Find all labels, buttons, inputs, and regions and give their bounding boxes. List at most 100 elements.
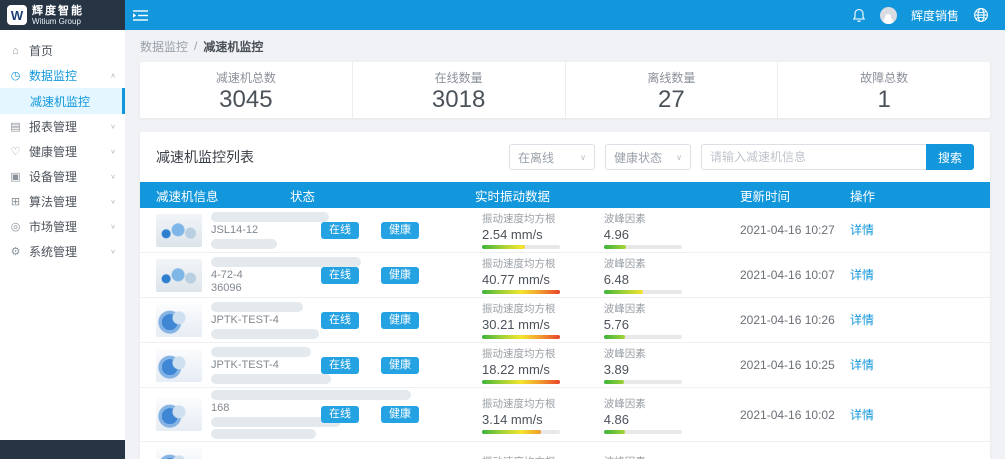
stat-fault: 故障总数 1 bbox=[778, 62, 990, 118]
sidebar-item-market[interactable]: ◎ 市场管理 ∨ bbox=[0, 214, 125, 239]
monitor-list-card: 减速机监控列表 在离线 ∨ 健康状态 ∨ 搜索 bbox=[140, 132, 990, 459]
redacted-text bbox=[211, 374, 331, 384]
rms-value: 40.77 mm/s bbox=[482, 272, 604, 287]
detail-link[interactable]: 详情 bbox=[850, 313, 874, 327]
rms-value: 3.14 mm/s bbox=[482, 412, 604, 427]
breadcrumb-current: 减速机监控 bbox=[203, 38, 263, 55]
status-badge: 在线 bbox=[321, 406, 359, 423]
rms-label: 振动速度均方根 bbox=[482, 346, 604, 361]
crest-label: 波峰因素 bbox=[604, 301, 740, 316]
crest-label: 波峰因素 bbox=[604, 346, 740, 361]
globe-icon[interactable] bbox=[973, 7, 989, 23]
redacted-text bbox=[211, 257, 361, 267]
status-badge: 在线 bbox=[321, 267, 359, 284]
sidebar-menu: ⌂ 首页 ◷ 数据监控 ∧ 减速机监控 ▤ 报表管理 ∨ ♡ 健康管理 ∨ bbox=[0, 30, 125, 440]
crest-value: 6.48 bbox=[604, 272, 740, 287]
brand-name-cn: 辉度智能 bbox=[32, 5, 84, 17]
list-title: 减速机监控列表 bbox=[156, 147, 254, 167]
updated-time: 2021-04-16 10:02 bbox=[740, 408, 850, 422]
redacted-text bbox=[211, 302, 303, 312]
rms-bar bbox=[482, 245, 560, 249]
rms-label: 振动速度均方根 bbox=[482, 256, 604, 271]
sidebar-item-algorithm[interactable]: ⊞ 算法管理 ∨ bbox=[0, 189, 125, 214]
chevron-down-icon: ∨ bbox=[110, 173, 116, 180]
detail-link[interactable]: 详情 bbox=[850, 268, 874, 282]
algorithm-icon: ⊞ bbox=[9, 195, 22, 208]
chevron-down-icon: ∨ bbox=[110, 198, 116, 205]
redacted-text bbox=[211, 239, 277, 249]
avatar bbox=[880, 7, 897, 24]
health-badge: 健康 bbox=[381, 406, 419, 423]
user-name[interactable]: 辉度销售 bbox=[911, 7, 959, 24]
crest-value: 4.96 bbox=[604, 227, 740, 242]
redacted-text bbox=[211, 212, 329, 222]
chevron-down-icon: ∨ bbox=[110, 148, 116, 155]
sidebar-item-reducer-monitor[interactable]: 减速机监控 bbox=[0, 88, 125, 114]
data-monitor-icon: ◷ bbox=[9, 69, 22, 82]
collapse-menu-icon[interactable] bbox=[133, 9, 148, 22]
sidebar-item-device[interactable]: ▣ 设备管理 ∨ bbox=[0, 164, 125, 189]
app-window: W 辉度智能 Witium Group ⌂ 首页 ◷ 数据监控 ∧ 减速机监控 … bbox=[0, 0, 1005, 459]
crest-label: 波峰因素 bbox=[604, 454, 740, 459]
breadcrumb-parent[interactable]: 数据监控 bbox=[140, 38, 188, 55]
updated-time: 2021-04-16 10:26 bbox=[740, 313, 850, 327]
bell-icon[interactable] bbox=[852, 8, 866, 23]
redacted-text bbox=[211, 347, 311, 357]
rms-bar bbox=[482, 335, 560, 339]
rms-label: 振动速度均方根 bbox=[482, 301, 604, 316]
sidebar: W 辉度智能 Witium Group ⌂ 首页 ◷ 数据监控 ∧ 减速机监控 … bbox=[0, 0, 125, 459]
device-thumbnail bbox=[156, 259, 202, 292]
detail-link[interactable]: 详情 bbox=[850, 408, 874, 422]
device-thumbnail bbox=[156, 349, 202, 382]
device-thumbnail bbox=[156, 214, 202, 247]
rms-bar bbox=[482, 430, 560, 434]
rms-label: 振动速度均方根 bbox=[482, 454, 604, 459]
report-icon: ▤ bbox=[9, 120, 22, 133]
table-row: JSL14-12 在线 健康 振动速度均方根 2.54 mm/s bbox=[140, 208, 990, 253]
search-input[interactable] bbox=[701, 144, 926, 170]
updated-time: 2021-04-16 10:25 bbox=[740, 358, 850, 372]
brand-logo-mark: W bbox=[7, 5, 27, 25]
detail-link[interactable]: 详情 bbox=[850, 358, 874, 372]
table-row: 振动速度均方根 波峰因素 bbox=[140, 442, 990, 459]
chevron-up-icon: ∧ bbox=[110, 72, 116, 79]
health-filter-select[interactable]: 健康状态 ∨ bbox=[605, 144, 691, 170]
redacted-text bbox=[211, 329, 319, 339]
crest-value: 3.89 bbox=[604, 362, 740, 377]
topbar: 辉度销售 bbox=[125, 0, 1005, 30]
health-badge: 健康 bbox=[381, 267, 419, 284]
health-icon: ♡ bbox=[9, 145, 22, 158]
chevron-down-icon: ∨ bbox=[110, 248, 116, 255]
crest-bar bbox=[604, 380, 682, 384]
table-row: 4-72-4 36096 在线 健康 振动速度均方根 40.77 mm/s bbox=[140, 253, 990, 298]
online-filter-select[interactable]: 在离线 ∨ bbox=[509, 144, 595, 170]
crest-label: 波峰因素 bbox=[604, 211, 740, 226]
sidebar-item-health[interactable]: ♡ 健康管理 ∨ bbox=[0, 139, 125, 164]
crest-label: 波峰因素 bbox=[604, 256, 740, 271]
rms-value: 30.21 mm/s bbox=[482, 317, 604, 332]
status-badge: 在线 bbox=[321, 357, 359, 374]
sidebar-item-data-monitor[interactable]: ◷ 数据监控 ∧ bbox=[0, 63, 125, 88]
stat-total: 减速机总数 3045 bbox=[140, 62, 353, 118]
chevron-down-icon: ∨ bbox=[580, 153, 586, 162]
device-thumbnail bbox=[156, 448, 202, 459]
breadcrumb: 数据监控 / 减速机监控 bbox=[140, 30, 990, 62]
user-menu[interactable] bbox=[880, 7, 897, 24]
device-code: 36096 bbox=[211, 282, 361, 295]
sidebar-item-home[interactable]: ⌂ 首页 bbox=[0, 38, 125, 63]
status-badge: 在线 bbox=[321, 312, 359, 329]
rms-bar bbox=[482, 290, 560, 294]
health-badge: 健康 bbox=[381, 222, 419, 239]
brand-name-en: Witium Group bbox=[32, 17, 84, 26]
stats-summary: 减速机总数 3045 在线数量 3018 离线数量 27 故障总数 1 bbox=[140, 62, 990, 118]
sidebar-item-report[interactable]: ▤ 报表管理 ∨ bbox=[0, 114, 125, 139]
table-header: 减速机信息 状态 实时振动数据 更新时间 操作 bbox=[140, 182, 990, 208]
sidebar-item-system[interactable]: ⚙ 系统管理 ∨ bbox=[0, 239, 125, 264]
search-button[interactable]: 搜索 bbox=[926, 144, 974, 170]
detail-link[interactable]: 详情 bbox=[850, 223, 874, 237]
device-thumbnail bbox=[156, 304, 202, 337]
system-icon: ⚙ bbox=[9, 245, 22, 258]
crest-value: 4.86 bbox=[604, 412, 740, 427]
rms-label: 振动速度均方根 bbox=[482, 211, 604, 226]
crest-bar bbox=[604, 335, 682, 339]
